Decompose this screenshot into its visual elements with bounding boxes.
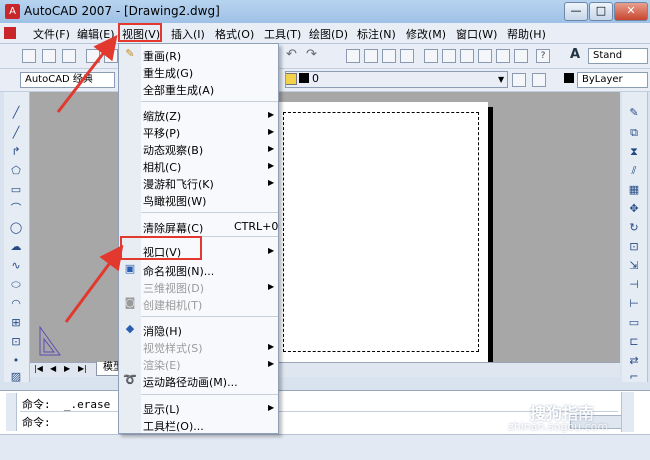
annotation-arrows [56, 34, 124, 323]
arrow-to-viewport-item [64, 244, 124, 323]
arrow-to-view-menu [56, 34, 118, 113]
